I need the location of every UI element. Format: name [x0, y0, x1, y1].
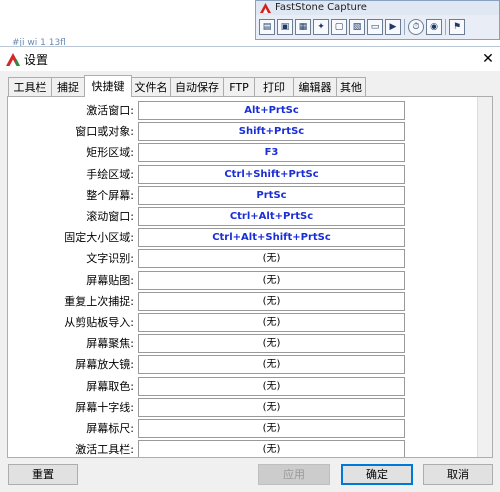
- hotkey-row: 窗口或对象: Shift+PrtSc: [8, 121, 408, 142]
- faststone-tools: ▤ ▣ ▦ ✦ ▢ ▧ ▭ ▶ ⏱ ◉ ⚑: [259, 17, 467, 37]
- hotkey-field[interactable]: Ctrl+Shift+PrtSc: [138, 164, 405, 184]
- hotkey-row: 文字识别: (无): [8, 248, 408, 269]
- hotkey-field[interactable]: (无): [138, 249, 405, 269]
- settings-dialog: 设置 ✕ 工具栏 捕捉 快捷键 文件名 自动保存 FTP 打印 编辑器 其他 激活窗口: Alt+…: [0, 46, 500, 492]
- faststone-title: FastStone Capture: [275, 2, 367, 13]
- hotkey-row: 屏幕放大镜: (无): [8, 354, 408, 375]
- tab-6[interactable]: 打印: [254, 77, 294, 96]
- app-icon: [6, 53, 20, 66]
- open-folder-icon[interactable]: ▤: [259, 19, 275, 35]
- faststone-logo-icon: [260, 3, 271, 13]
- ok-button[interactable]: 确定: [341, 464, 413, 485]
- hotkey-field[interactable]: (无): [138, 419, 405, 438]
- dialog-titlebar[interactable]: 设置 ✕: [0, 47, 500, 71]
- hotkey-row: 矩形区域: F3: [8, 142, 408, 163]
- tab-1[interactable]: 捕捉: [51, 77, 85, 96]
- hotkey-label: 文字识别:: [86, 252, 134, 266]
- hotkey-label: 滚动窗口:: [86, 210, 134, 223]
- hotkey-row: 从剪贴板导入: (无): [8, 312, 408, 333]
- screen-recorder-icon[interactable]: ▶: [385, 19, 401, 35]
- capture-object-icon[interactable]: ▦: [295, 19, 311, 35]
- hotkey-label: 激活窗口:: [86, 104, 134, 117]
- hotkey-label: 屏幕放大镜:: [75, 358, 134, 372]
- tab-7[interactable]: 编辑器: [293, 77, 337, 96]
- reset-button[interactable]: 重置: [8, 464, 78, 485]
- hotkey-field[interactable]: (无): [138, 440, 405, 457]
- hotkey-row: 激活窗口: Alt+PrtSc: [8, 100, 408, 121]
- tab-5[interactable]: FTP: [223, 77, 255, 96]
- hotkey-field[interactable]: (无): [138, 334, 405, 354]
- hotkey-row: 激活工具栏: (无): [8, 439, 408, 457]
- faststone-toolbar-window[interactable]: FastStone Capture ▤ ▣ ▦ ✦ ▢ ▧ ▭ ▶ ⏱ ◉ ⚑: [255, 0, 500, 40]
- capture-freehand-icon[interactable]: ✦: [313, 19, 329, 35]
- hotkey-field[interactable]: (无): [138, 397, 405, 417]
- output-settings-icon[interactable]: ◉: [426, 19, 442, 35]
- cancel-button[interactable]: 取消: [423, 464, 493, 485]
- hotkey-row: 屏幕聚焦: (无): [8, 333, 408, 354]
- hotkey-row: 屏幕取色: (无): [8, 376, 408, 397]
- tab-0[interactable]: 工具栏: [8, 77, 52, 96]
- faststone-titlebar[interactable]: FastStone Capture: [256, 1, 499, 15]
- hotkey-field[interactable]: (无): [138, 313, 405, 332]
- hotkey-field[interactable]: (无): [138, 270, 405, 290]
- tab-4[interactable]: 自动保存: [170, 77, 224, 96]
- tab-2[interactable]: 快捷键: [84, 75, 132, 97]
- hotkey-field[interactable]: Alt+PrtSc: [138, 101, 405, 120]
- hotkey-field[interactable]: (无): [138, 376, 405, 396]
- hotkey-row: 屏幕十字线: (无): [8, 397, 408, 418]
- apply-button[interactable]: 应用: [258, 464, 330, 485]
- hotkey-label: 固定大小区域:: [64, 231, 134, 245]
- hotkey-field[interactable]: F3: [138, 143, 405, 163]
- hotkey-row: 整个屏幕: PrtSc: [8, 185, 408, 206]
- close-icon[interactable]: ✕: [478, 49, 498, 69]
- hotkey-label: 屏幕贴图:: [86, 273, 134, 287]
- hotkey-field[interactable]: Ctrl+Alt+Shift+PrtSc: [138, 228, 405, 248]
- hotkey-label: 整个屏幕:: [86, 188, 134, 202]
- hotkey-row: 屏幕标尺: (无): [8, 418, 408, 439]
- hotkey-field[interactable]: PrtSc: [138, 185, 405, 205]
- hotkey-row: 屏幕贴图: (无): [8, 270, 408, 291]
- hotkey-label: 手绘区域:: [86, 167, 134, 181]
- hotkey-label: 屏幕十字线:: [75, 400, 134, 414]
- capture-scrolling-icon[interactable]: ▭: [367, 19, 383, 35]
- panel-scrollbar[interactable]: [477, 97, 492, 457]
- dialog-title: 设置: [24, 53, 49, 67]
- settings-menu-icon[interactable]: ⚑: [449, 19, 465, 35]
- hotkeys-panel: 激活窗口: Alt+PrtSc 窗口或对象: Shift+PrtSc 矩形区域: F3 手绘…: [7, 96, 493, 458]
- capture-fullscreen-icon[interactable]: ▢: [331, 19, 347, 35]
- hotkey-row: 重复上次捕捉: (无): [8, 291, 408, 312]
- hotkey-field[interactable]: Shift+PrtSc: [138, 122, 405, 142]
- hotkey-field[interactable]: (无): [138, 355, 405, 375]
- capture-fixed-region-icon[interactable]: ▧: [349, 19, 365, 35]
- hotkey-label: 屏幕标尺:: [86, 422, 134, 435]
- hotkey-label: 矩形区域:: [86, 146, 134, 160]
- hotkey-label: 窗口或对象:: [75, 125, 134, 139]
- hotkey-row: 手绘区域: Ctrl+Shift+PrtSc: [8, 164, 408, 185]
- hotkey-field[interactable]: Ctrl+Alt+PrtSc: [138, 207, 405, 226]
- tab-8[interactable]: 其他: [336, 77, 366, 96]
- hotkey-label: 激活工具栏:: [75, 443, 134, 457]
- hotkey-row: 固定大小区域: Ctrl+Alt+Shift+PrtSc: [8, 227, 408, 248]
- hotkey-field[interactable]: (无): [138, 291, 405, 311]
- hotkey-label: 屏幕聚焦:: [86, 337, 134, 351]
- delay-timer-icon[interactable]: ⏱: [408, 19, 424, 35]
- capture-window-icon[interactable]: ▣: [277, 19, 293, 35]
- hotkey-label: 屏幕取色:: [86, 379, 134, 393]
- toolbar-separator: [404, 19, 405, 35]
- hotkey-label: 从剪贴板导入:: [64, 316, 134, 329]
- tab-3[interactable]: 文件名: [131, 77, 171, 96]
- hotkey-row: 滚动窗口: Ctrl+Alt+PrtSc: [8, 206, 408, 227]
- toolbar-separator: [445, 19, 446, 35]
- hotkey-label: 重复上次捕捉:: [64, 294, 134, 308]
